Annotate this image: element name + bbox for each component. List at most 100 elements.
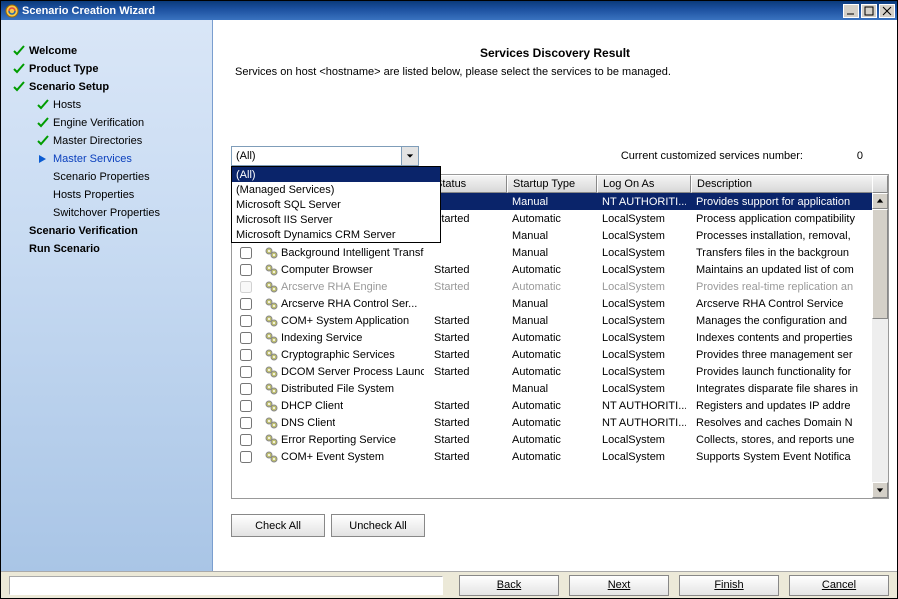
cell-desc: Process application compatibility <box>696 213 855 225</box>
sidebar-item-scenario-properties[interactable]: Scenario Properties <box>11 168 206 186</box>
sidebar-item-label: Hosts <box>53 99 81 111</box>
cell-desc: Collects, stores, and reports une <box>696 434 854 446</box>
service-row[interactable]: Indexing ServiceStartedAutomaticLocalSys… <box>232 329 888 346</box>
sidebar-item-label: Scenario Verification <box>29 225 138 237</box>
sidebar-item-label: Engine Verification <box>53 117 144 129</box>
cell-startup: Manual <box>512 315 548 327</box>
next-button[interactable]: Next <box>569 575 669 596</box>
cell-status: Started <box>434 349 469 361</box>
service-checkbox[interactable] <box>240 332 252 344</box>
service-checkbox[interactable] <box>240 417 252 429</box>
gear-icon <box>265 246 279 260</box>
scroll-up-icon[interactable] <box>872 193 888 209</box>
service-row[interactable]: DHCP ClientStartedAutomaticNT AUTHORITI.… <box>232 397 888 414</box>
minimize-button[interactable] <box>843 4 859 18</box>
cell-logon: LocalSystem <box>602 451 665 463</box>
service-checkbox[interactable] <box>240 434 252 446</box>
sidebar-item-master-directories[interactable]: Master Directories <box>11 132 206 150</box>
uncheck-all-button[interactable]: Uncheck All <box>331 514 425 537</box>
gear-icon <box>265 263 279 277</box>
sidebar-item-switchover-properties[interactable]: Switchover Properties <box>11 204 206 222</box>
page-description: Services on host <hostname> are listed b… <box>231 66 879 92</box>
cell-logon: LocalSystem <box>602 298 665 310</box>
sidebar-item-label: Master Directories <box>53 135 142 147</box>
service-row[interactable]: Distributed File SystemManualLocalSystem… <box>232 380 888 397</box>
cell-status: Started <box>434 417 469 429</box>
service-row[interactable]: DNS ClientStartedAutomaticNT AUTHORITI..… <box>232 414 888 431</box>
cancel-button[interactable]: Cancel <box>789 575 889 596</box>
service-checkbox[interactable] <box>240 400 252 412</box>
service-row[interactable]: Cryptographic ServicesStartedAutomaticLo… <box>232 346 888 363</box>
service-row[interactable]: Arcserve RHA Control Ser...ManualLocalSy… <box>232 295 888 312</box>
maximize-button[interactable] <box>861 4 877 18</box>
cell-status: Started <box>434 451 469 463</box>
service-checkbox[interactable] <box>240 264 252 276</box>
cell-logon: LocalSystem <box>602 247 665 259</box>
service-checkbox[interactable] <box>240 451 252 463</box>
gear-icon <box>265 348 279 362</box>
filter-option[interactable]: Microsoft IIS Server <box>232 212 440 227</box>
cell-logon: LocalSystem <box>602 230 665 242</box>
service-checkbox[interactable] <box>240 315 252 327</box>
sidebar-item-master-services[interactable]: Master Services <box>11 150 206 168</box>
service-name: COM+ Event System <box>281 451 384 463</box>
sidebar-item-engine-verification[interactable]: Engine Verification <box>11 114 206 132</box>
service-checkbox[interactable] <box>240 366 252 378</box>
service-checkbox[interactable] <box>240 349 252 361</box>
service-name: Arcserve RHA Control Ser... <box>281 298 417 310</box>
wizard-footer: Back Next Finish Cancel <box>1 571 897 598</box>
service-checkbox[interactable] <box>240 298 252 310</box>
cell-desc: Provides real-time replication an <box>696 281 853 293</box>
cell-logon: LocalSystem <box>602 281 665 293</box>
service-row[interactable]: DCOM Server Process LauncherStartedAutom… <box>232 363 888 380</box>
service-row[interactable]: COM+ Event SystemStartedAutomaticLocalSy… <box>232 448 888 465</box>
sidebar-item-run-scenario[interactable]: Run Scenario <box>11 240 206 258</box>
service-row[interactable]: Error Reporting ServiceStartedAutomaticL… <box>232 431 888 448</box>
cell-startup: Automatic <box>512 366 561 378</box>
service-checkbox[interactable] <box>240 383 252 395</box>
cell-startup: Manual <box>512 196 548 208</box>
cell-logon: NT AUTHORITI... <box>602 196 686 208</box>
filter-option[interactable]: (All) <box>232 167 440 182</box>
col-logon-as[interactable]: Log On As <box>597 175 691 193</box>
scroll-down-icon[interactable] <box>872 482 888 498</box>
sidebar-item-scenario-setup[interactable]: Scenario Setup <box>11 78 206 96</box>
cell-status: Started <box>434 264 469 276</box>
wizard-sidebar: WelcomeProduct TypeScenario Setup Hosts En… <box>1 20 213 571</box>
service-row[interactable]: Computer BrowserStartedAutomaticLocalSys… <box>232 261 888 278</box>
col-startup-type[interactable]: Startup Type <box>507 175 597 193</box>
filter-combobox[interactable]: (All) <box>231 146 419 166</box>
service-checkbox[interactable] <box>240 247 252 259</box>
filter-option[interactable]: Microsoft Dynamics CRM Server <box>232 227 440 242</box>
service-name: DHCP Client <box>281 400 343 412</box>
close-button[interactable] <box>879 4 895 18</box>
col-description[interactable]: Description <box>691 175 872 193</box>
sidebar-item-scenario-verification[interactable]: Scenario Verification <box>11 222 206 240</box>
service-row[interactable]: Arcserve RHA EngineStartedAutomaticLocal… <box>232 278 888 295</box>
service-name: Computer Browser <box>281 264 373 276</box>
sidebar-item-product-type[interactable]: Product Type <box>11 60 206 78</box>
filter-dropdown[interactable]: (All)(Managed Services)Microsoft SQL Ser… <box>231 166 441 243</box>
chevron-down-icon[interactable] <box>401 147 418 165</box>
service-name: Arcserve RHA Engine <box>281 281 387 293</box>
cell-status: Started <box>434 434 469 446</box>
back-button[interactable]: Back <box>459 575 559 596</box>
cell-logon: NT AUTHORITI... <box>602 417 686 429</box>
service-row[interactable]: COM+ System ApplicationStartedManualLoca… <box>232 312 888 329</box>
finish-button[interactable]: Finish <box>679 575 779 596</box>
cell-logon: LocalSystem <box>602 349 665 361</box>
filter-option[interactable]: (Managed Services) <box>232 182 440 197</box>
sidebar-item-welcome[interactable]: Welcome <box>11 42 206 60</box>
sidebar-item-hosts[interactable]: Hosts <box>11 96 206 114</box>
service-row[interactable]: Background Intelligent Transfer ...Manua… <box>232 244 888 261</box>
scrollbar-thumb[interactable] <box>872 209 888 319</box>
cell-desc: Arcserve RHA Control Service <box>696 298 843 310</box>
cell-desc: Provides three management ser <box>696 349 853 361</box>
vertical-scrollbar[interactable] <box>872 193 888 498</box>
filter-option[interactable]: Microsoft SQL Server <box>232 197 440 212</box>
service-checkbox[interactable] <box>240 281 252 293</box>
check-all-button[interactable]: Check All <box>231 514 325 537</box>
sidebar-item-hosts-properties[interactable]: Hosts Properties <box>11 186 206 204</box>
check-icon <box>35 117 51 129</box>
check-icon <box>11 45 27 57</box>
